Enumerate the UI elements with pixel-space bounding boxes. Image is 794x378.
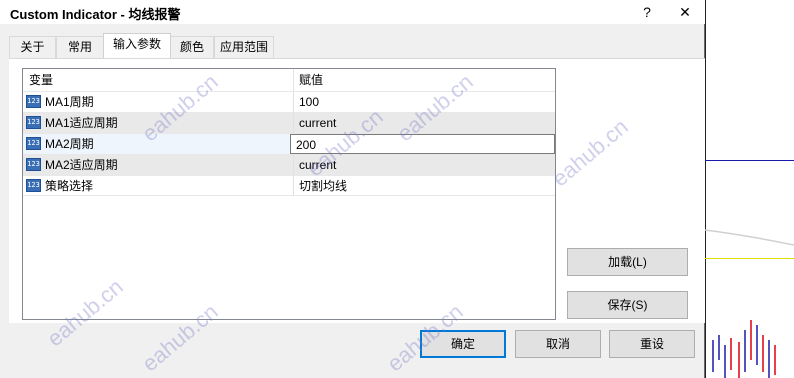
tab-about[interactable]: 关于 xyxy=(9,36,56,58)
table-row[interactable]: 123 MA1适应周期 current xyxy=(23,112,555,133)
parameters-grid: 变量 赋值 123 MA1周期 100 123 MA1适应周期 current … xyxy=(22,68,556,320)
cancel-button[interactable]: 取消 xyxy=(515,330,601,358)
param-value-editor[interactable]: 200 xyxy=(290,134,555,154)
chart-candles xyxy=(705,229,794,378)
table-row[interactable]: 123 MA2适应周期 current xyxy=(23,154,555,175)
tab-colors[interactable]: 颜色 xyxy=(170,36,214,58)
table-row[interactable]: 123 MA1周期 100 xyxy=(23,91,555,112)
table-row-selected[interactable]: 123 MA2周期 200 xyxy=(23,133,555,154)
save-button[interactable]: 保存(S) xyxy=(567,291,688,319)
tab-common[interactable]: 常用 xyxy=(56,36,104,58)
integer-type-icon: 123 xyxy=(26,116,41,129)
integer-type-icon: 123 xyxy=(26,158,41,171)
column-header-variable: 变量 xyxy=(29,73,54,87)
param-name: MA1适应周期 xyxy=(45,116,118,130)
param-name: MA2周期 xyxy=(45,137,94,151)
param-name: MA2适应周期 xyxy=(45,158,118,172)
param-value[interactable]: 100 xyxy=(293,92,555,112)
grid-header: 变量 赋值 xyxy=(23,69,555,91)
table-row[interactable]: 123 策略选择 切割均线 xyxy=(23,175,555,196)
title-bar: Custom Indicator - 均线报警 ? ✕ xyxy=(0,0,705,24)
help-icon[interactable]: ? xyxy=(627,0,667,24)
param-value[interactable]: current xyxy=(293,155,555,175)
custom-indicator-dialog: Custom Indicator - 均线报警 ? ✕ 关于 常用 输入参数 颜… xyxy=(0,0,705,378)
param-value[interactable]: current xyxy=(293,113,555,133)
param-value[interactable]: 切割均线 xyxy=(293,176,555,196)
tab-visualization[interactable]: 应用范围 xyxy=(214,36,274,58)
load-button[interactable]: 加载(L) xyxy=(567,248,688,276)
param-name: 策略选择 xyxy=(45,179,94,193)
integer-type-icon: 123 xyxy=(26,95,41,108)
param-name: MA1周期 xyxy=(45,95,94,109)
integer-type-icon: 123 xyxy=(26,137,41,150)
integer-type-icon: 123 xyxy=(26,179,41,192)
column-header-value: 赋值 xyxy=(293,69,559,91)
window-title: Custom Indicator - 均线报警 xyxy=(10,7,181,22)
reset-button[interactable]: 重设 xyxy=(609,330,695,358)
ok-button[interactable]: 确定 xyxy=(420,330,506,358)
tab-inputs[interactable]: 输入参数 xyxy=(103,33,171,58)
close-icon[interactable]: ✕ xyxy=(665,0,705,24)
